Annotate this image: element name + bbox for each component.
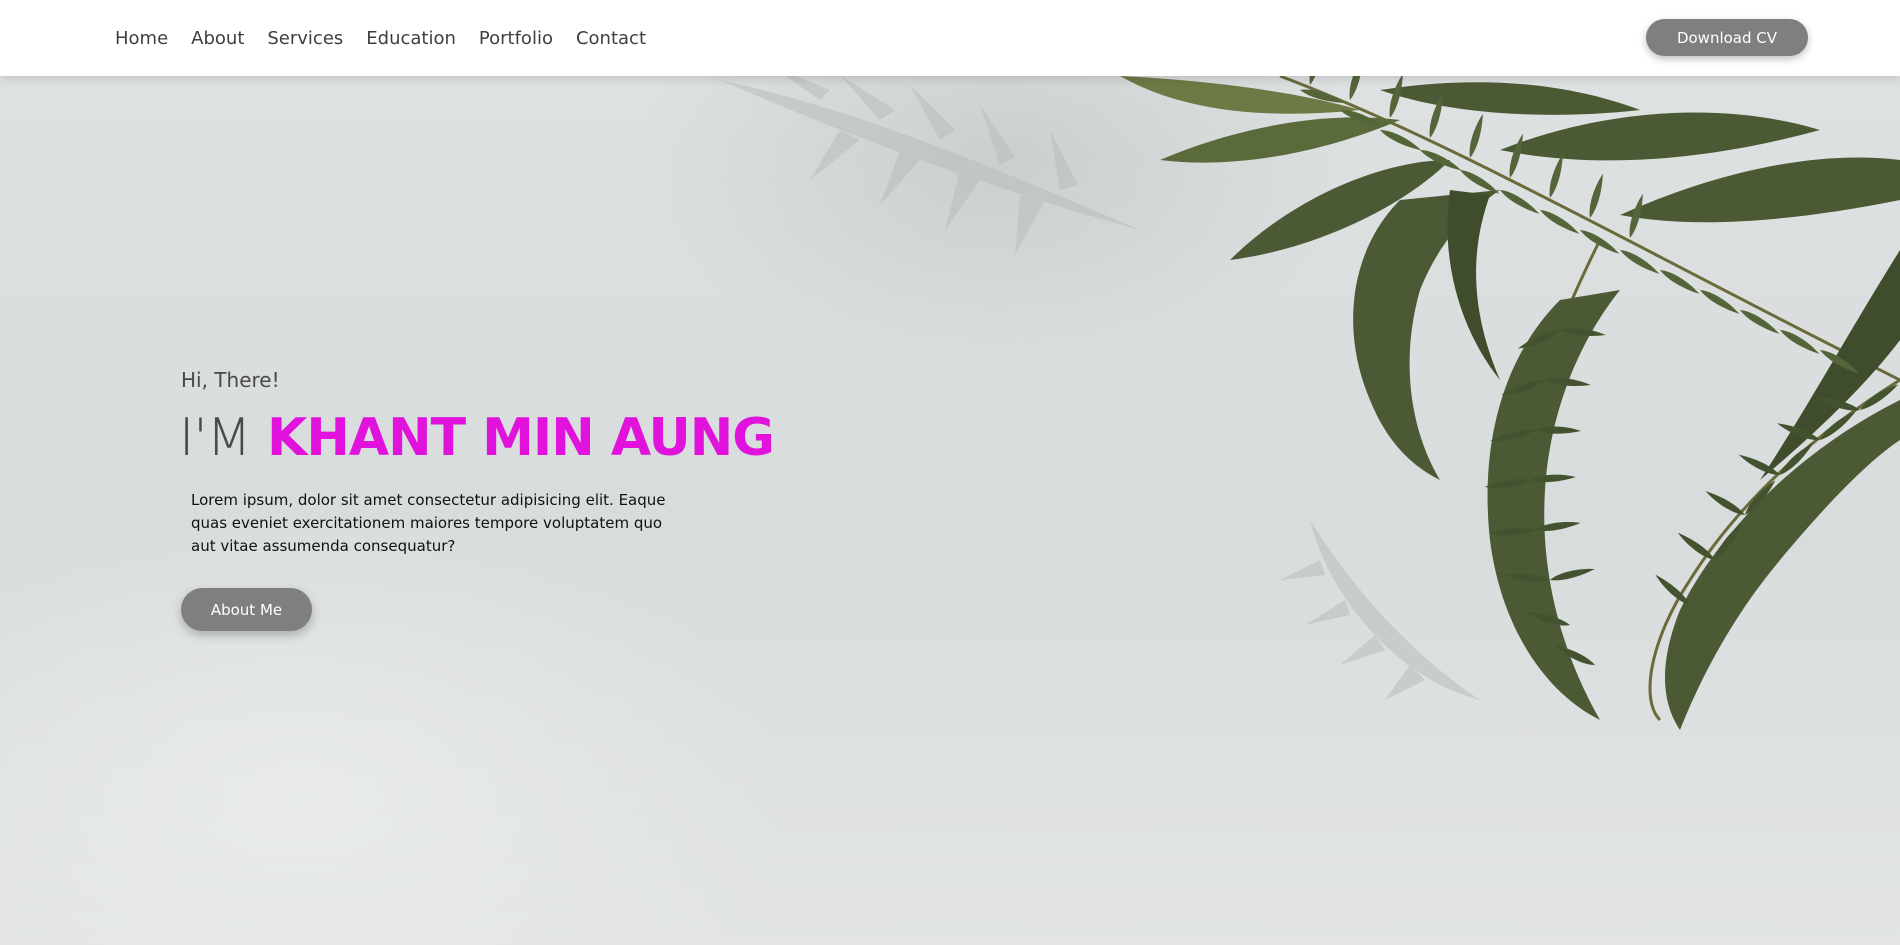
nav-link-contact[interactable]: Contact: [576, 28, 646, 49]
hero-headline: I'M KHANT MIN AUNG: [179, 404, 775, 472]
about-me-button[interactable]: About Me: [181, 588, 312, 631]
headline-prefix: I'M: [179, 408, 251, 468]
hero-greeting: Hi, There!: [181, 368, 280, 392]
download-cv-button[interactable]: Download CV: [1646, 19, 1808, 56]
nav-link-portfolio[interactable]: Portfolio: [479, 28, 553, 49]
nav-link-home[interactable]: Home: [115, 28, 168, 49]
nav-links: Home About Services Education Portfolio …: [115, 0, 646, 76]
nav-link-services[interactable]: Services: [267, 28, 343, 49]
nav-link-about[interactable]: About: [191, 28, 244, 49]
top-navbar: Home About Services Education Portfolio …: [0, 0, 1900, 76]
hero-intro-text: Lorem ipsum, dolor sit amet consectetur …: [191, 491, 666, 555]
fern-leaf-image: [1120, 39, 1900, 730]
hero-section: Hi, There! I'M KHANT MIN AUNG Lorem ipsu…: [0, 0, 1900, 945]
headline-name: KHANT MIN AUNG: [267, 408, 775, 468]
nav-link-education[interactable]: Education: [366, 28, 456, 49]
